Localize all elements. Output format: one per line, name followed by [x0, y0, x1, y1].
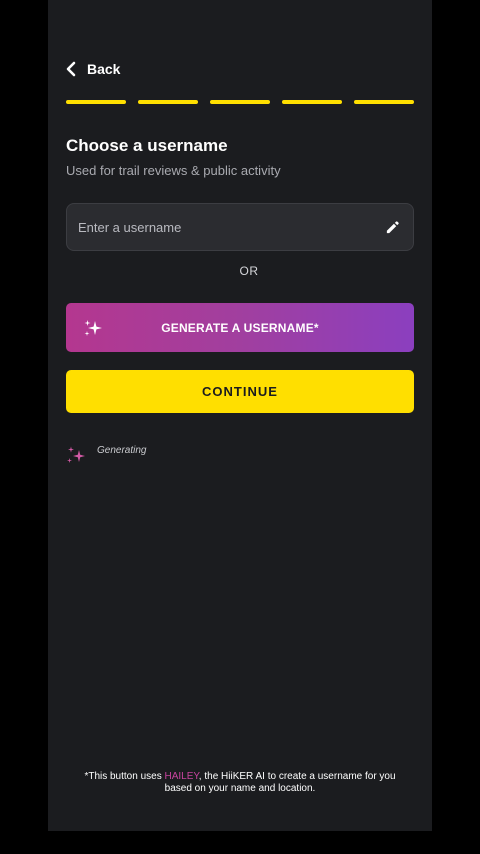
generate-username-label: GENERATE A USERNAME* — [161, 320, 319, 335]
continue-button[interactable]: CONTINUE — [66, 370, 414, 413]
hailey-name-h: H — [164, 771, 172, 782]
back-button[interactable]: Back — [65, 58, 120, 80]
pencil-icon[interactable] — [385, 220, 400, 235]
page-title: Choose a username — [66, 136, 228, 155]
footnote-suffix: , the HiiKER AI to create a username for… — [164, 771, 396, 794]
generate-username-button[interactable]: GENERATE A USERNAME* — [66, 303, 414, 352]
progress-step-1 — [66, 100, 126, 104]
hailey-footnote: *This button uses HAILEY, the HiiKER AI … — [76, 771, 404, 795]
sparkle-icon — [66, 445, 86, 465]
chevron-left-icon — [65, 61, 77, 77]
generating-status: Generating — [66, 444, 146, 466]
hailey-name-ley: LEY — [181, 771, 199, 782]
step-progress-bar — [66, 100, 414, 104]
progress-step-2 — [138, 100, 198, 104]
back-label: Back — [87, 61, 121, 77]
progress-step-5 — [354, 100, 414, 104]
username-field[interactable] — [66, 203, 414, 251]
generating-label: Generating — [97, 445, 147, 456]
footnote-prefix: *This button uses — [84, 771, 165, 782]
continue-label: CONTINUE — [202, 384, 278, 399]
sparkle-icon — [83, 318, 103, 338]
hailey-name-ai: AI — [171, 771, 182, 782]
page-subtitle: Used for trail reviews & public activity — [66, 163, 281, 178]
progress-step-4 — [282, 100, 342, 104]
progress-step-3 — [210, 100, 270, 104]
or-divider: OR — [239, 264, 259, 278]
username-screen: Back Choose a username Used for trail re… — [48, 0, 432, 831]
username-input[interactable] — [67, 204, 367, 250]
